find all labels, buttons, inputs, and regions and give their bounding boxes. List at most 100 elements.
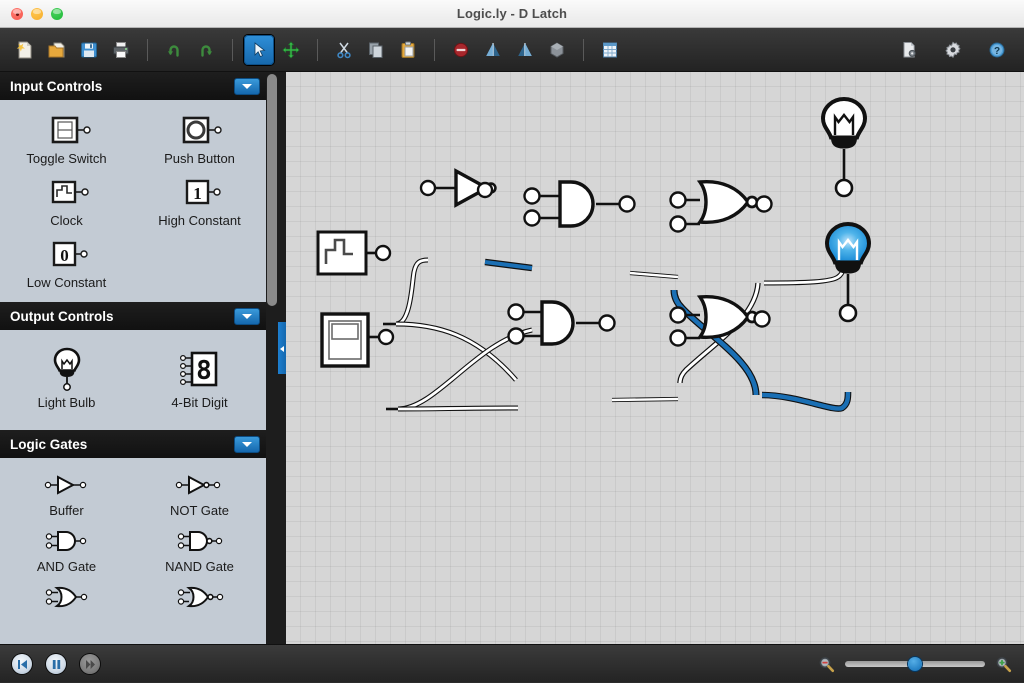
zoom-in-button[interactable] (995, 656, 1012, 673)
palette-item-nor-gate[interactable] (133, 576, 266, 617)
circuit-canvas[interactable] (286, 72, 1024, 644)
toggle-output-node[interactable] (379, 330, 393, 344)
wire-andbot-to-norbot[interactable] (612, 399, 678, 400)
and-bottom-input-b[interactable] (509, 329, 524, 344)
chevron-down-icon[interactable] (234, 308, 260, 325)
wire-toggle-to-and-bottom[interactable] (398, 408, 518, 409)
paste-button[interactable] (393, 35, 423, 65)
open-document-button[interactable] (42, 35, 72, 65)
chevron-down-icon[interactable] (234, 78, 260, 95)
preferences-button[interactable] (938, 35, 968, 65)
nor-top-input-a[interactable] (671, 193, 686, 208)
wire-nortop-to-bulb[interactable] (764, 260, 844, 283)
clock-output-node[interactable] (376, 246, 390, 260)
palette-item-4bit-digit[interactable]: 8 4-Bit Digit (133, 340, 266, 412)
zoom-slider-track[interactable] (845, 661, 985, 667)
move-tool-button[interactable] (276, 35, 306, 65)
palette-item-label: Light Bulb (38, 395, 96, 410)
toolbar-separator (317, 39, 318, 61)
and-gate-bottom[interactable] (509, 302, 615, 344)
nor-gate-top[interactable] (671, 182, 772, 232)
high-constant-icon: 1 (172, 174, 228, 210)
status-bar (0, 644, 1024, 682)
document-properties-button[interactable] (894, 35, 924, 65)
chevron-down-icon[interactable] (234, 436, 260, 453)
components-sidebar[interactable]: Input Controls Toggle Switch (0, 72, 266, 644)
and-bottom-output[interactable] (600, 316, 615, 331)
section-header-output-controls[interactable]: Output Controls (0, 302, 266, 330)
new-file-icon (15, 40, 35, 60)
sidebar-collapse-handle[interactable] (278, 322, 286, 374)
save-document-button[interactable] (74, 35, 104, 65)
and-top-input-b[interactable] (525, 211, 540, 226)
toggle-switch-source[interactable] (322, 314, 393, 366)
pause-button[interactable] (46, 654, 66, 674)
minimize-button[interactable] (31, 8, 43, 20)
select-tool-button[interactable] (244, 35, 274, 65)
delete-circle-icon (451, 40, 471, 60)
light-bulb-q[interactable] (823, 99, 865, 196)
truth-table-button[interactable] (595, 35, 625, 65)
not-output-node[interactable] (478, 183, 492, 197)
and-bottom-input-a[interactable] (509, 305, 524, 320)
section-title: Output Controls (10, 309, 234, 324)
new-document-button[interactable] (10, 35, 40, 65)
palette-item-push-button[interactable]: Push Button (133, 106, 266, 168)
nor-bottom-input-b[interactable] (671, 331, 686, 346)
section-header-input-controls[interactable]: Input Controls (0, 72, 266, 100)
wire-norbot-to-bulb[interactable] (762, 392, 848, 409)
printer-icon (111, 40, 131, 60)
copy-button[interactable] (361, 35, 391, 65)
zoom-controls (818, 645, 1012, 683)
palette-item-or-gate[interactable] (0, 576, 133, 617)
group-button[interactable] (542, 35, 572, 65)
zoom-out-button[interactable] (818, 656, 835, 673)
nor-top-input-b[interactable] (671, 217, 686, 232)
not-input-node[interactable] (421, 181, 435, 195)
help-button[interactable]: ? (982, 35, 1012, 65)
and-top-input-a[interactable] (525, 189, 540, 204)
restart-button[interactable] (12, 654, 32, 674)
print-document-button[interactable] (106, 35, 136, 65)
undo-button[interactable] (159, 35, 189, 65)
step-forward-button[interactable] (80, 654, 100, 674)
redo-button[interactable] (191, 35, 221, 65)
zoom-slider-thumb[interactable] (908, 657, 922, 671)
align-right-icon (515, 40, 535, 60)
palette-item-buffer[interactable]: Buffer (0, 464, 133, 520)
zoom-button[interactable] (51, 8, 63, 20)
low-constant-icon: 0 (39, 236, 95, 272)
palette-item-nand-gate[interactable]: NAND Gate (133, 520, 266, 576)
section-header-logic-gates[interactable]: Logic Gates (0, 430, 266, 458)
delete-button[interactable] (446, 35, 476, 65)
nor-bottom-output[interactable] (755, 312, 770, 327)
bulb-q-input-node[interactable] (836, 180, 852, 196)
close-button[interactable] (11, 8, 23, 20)
palette-item-label: NOT Gate (170, 503, 229, 518)
not-gate[interactable] (421, 171, 495, 205)
and-top-output[interactable] (620, 197, 635, 212)
palette-item-and-gate[interactable]: AND Gate (0, 520, 133, 576)
nor-top-output[interactable] (757, 197, 772, 212)
align-right-button[interactable] (510, 35, 540, 65)
section-title: Input Controls (10, 79, 234, 94)
palette-item-not-gate[interactable]: NOT Gate (133, 464, 266, 520)
palette-item-clock[interactable]: Clock (0, 168, 133, 230)
palette-item-high-constant[interactable]: 1 High Constant (133, 168, 266, 230)
and-gate-top[interactable] (525, 182, 635, 226)
sidebar-scrollbar-thumb[interactable] (267, 74, 277, 306)
clock-source[interactable] (318, 232, 390, 274)
palette-item-light-bulb[interactable]: Light Bulb (0, 340, 133, 412)
cut-button[interactable] (329, 35, 359, 65)
palette-item-low-constant[interactable]: 0 Low Constant (0, 230, 133, 292)
toolbar-left-group (0, 35, 625, 65)
and-gate-icon (32, 526, 102, 556)
palette-item-toggle-switch[interactable]: Toggle Switch (0, 106, 133, 168)
light-bulb-qbar[interactable] (827, 224, 869, 321)
nor-bottom-input-a[interactable] (671, 308, 686, 323)
palette-item-label: 4-Bit Digit (171, 395, 227, 410)
title-bar: Logic.ly - D Latch (0, 0, 1024, 28)
section-body-logic-gates: Buffer NOT Gate (0, 458, 266, 627)
bulb-qbar-input-node[interactable] (840, 305, 856, 321)
align-left-button[interactable] (478, 35, 508, 65)
